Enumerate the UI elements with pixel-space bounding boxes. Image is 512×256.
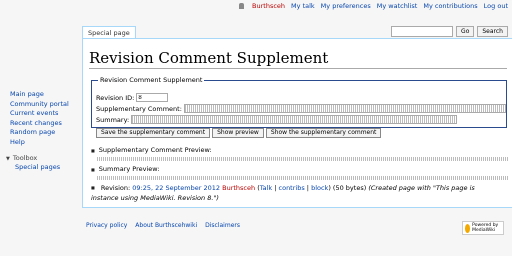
personal-tools: Burthsceh My talk My preferences My watc… bbox=[239, 2, 508, 10]
footer: Privacy policy About Burthscehwiki Discl… bbox=[86, 222, 240, 229]
form-legend: Revision Comment Supplement bbox=[100, 76, 203, 84]
supplementary-preview-label: Supplementary Comment Preview: bbox=[91, 146, 212, 154]
my-preferences-link[interactable]: My preferences bbox=[321, 2, 371, 10]
about-link[interactable]: About Burthscehwiki bbox=[135, 222, 197, 229]
supplement-form: Revision Comment Supplement Revision ID:… bbox=[91, 76, 507, 138]
search-button[interactable]: Search bbox=[477, 26, 508, 37]
my-talk-link[interactable]: My talk bbox=[291, 2, 315, 10]
powered-by-text: Powered by MediaWiki bbox=[472, 223, 499, 233]
toolbox-label: Toolbox bbox=[12, 154, 38, 162]
summary-input[interactable] bbox=[131, 115, 458, 124]
sidebar-item-help[interactable]: Help bbox=[10, 138, 25, 146]
revision-line: Revision: 09:25, 22 September 2012 Burth… bbox=[91, 183, 501, 203]
supplementary-input[interactable] bbox=[183, 104, 506, 113]
revision-id-label: Revision ID: bbox=[96, 93, 135, 102]
my-contributions-link[interactable]: My contributions bbox=[423, 2, 477, 10]
page-title: Revision Comment Supplement bbox=[89, 49, 329, 67]
user-icon bbox=[239, 3, 245, 9]
powered-by-badge[interactable]: Powered by MediaWiki bbox=[462, 221, 504, 235]
save-button[interactable]: Save the supplementary comment bbox=[96, 128, 211, 138]
toolbox-header[interactable]: ▼ Toolbox bbox=[6, 154, 60, 162]
search-bar: Go Search bbox=[391, 26, 508, 37]
revision-id-input[interactable] bbox=[136, 93, 169, 102]
toolbox: ▼ Toolbox Special pages bbox=[6, 154, 60, 172]
my-watchlist-link[interactable]: My watchlist bbox=[377, 2, 418, 10]
revision-id-row: Revision ID: bbox=[96, 93, 169, 102]
form-buttons: Save the supplementary comment Show prev… bbox=[96, 128, 382, 138]
revision-prefix: Revision: bbox=[100, 184, 131, 192]
supplementary-row: Supplementary Comment: bbox=[96, 104, 506, 113]
revision-user-link[interactable]: Burthsceh bbox=[222, 184, 255, 192]
revision-timestamp-link[interactable]: 09:25, 22 September 2012 bbox=[132, 184, 220, 192]
logout-link[interactable]: Log out bbox=[484, 2, 508, 10]
summary-preview-label: Summary Preview: bbox=[91, 165, 160, 173]
supplementary-preview-content bbox=[97, 157, 509, 161]
supplementary-label: Supplementary Comment: bbox=[96, 104, 182, 113]
sidebar-item-random-page[interactable]: Random page bbox=[10, 128, 55, 136]
preview-button[interactable]: Show preview bbox=[212, 128, 264, 138]
show-supplement-button[interactable]: Show the supplementary comment bbox=[265, 128, 382, 138]
search-input[interactable] bbox=[391, 26, 454, 37]
summary-row: Summary: bbox=[96, 115, 458, 124]
revision-talk-link[interactable]: Talk bbox=[260, 184, 272, 192]
content-area: Revision Comment Supplement Revision Com… bbox=[82, 38, 512, 208]
summary-label: Summary: bbox=[96, 115, 130, 124]
disclaimers-link[interactable]: Disclaimers bbox=[205, 222, 240, 229]
sidebar-item-main-page[interactable]: Main page bbox=[10, 90, 44, 98]
toolbox-item-special-pages[interactable]: Special pages bbox=[15, 163, 60, 171]
sidebar-item-community-portal[interactable]: Community portal bbox=[10, 100, 69, 108]
sidebar-navigation: Main page Community portal Current event… bbox=[10, 90, 69, 147]
privacy-link[interactable]: Privacy policy bbox=[86, 222, 127, 229]
title-divider bbox=[89, 68, 507, 69]
sidebar-item-recent-changes[interactable]: Recent changes bbox=[10, 119, 62, 127]
mediawiki-logo-icon bbox=[465, 223, 471, 233]
sidebar-item-current-events[interactable]: Current events bbox=[10, 109, 58, 117]
chevron-down-icon: ▼ bbox=[6, 156, 10, 162]
revision-contribs-link[interactable]: contribs bbox=[279, 184, 305, 192]
summary-preview-content bbox=[97, 176, 509, 180]
revision-bytes: (50 bytes) bbox=[332, 184, 367, 192]
revision-block-link[interactable]: block bbox=[311, 184, 328, 192]
go-button[interactable]: Go bbox=[456, 26, 475, 37]
user-link[interactable]: Burthsceh bbox=[252, 2, 285, 10]
